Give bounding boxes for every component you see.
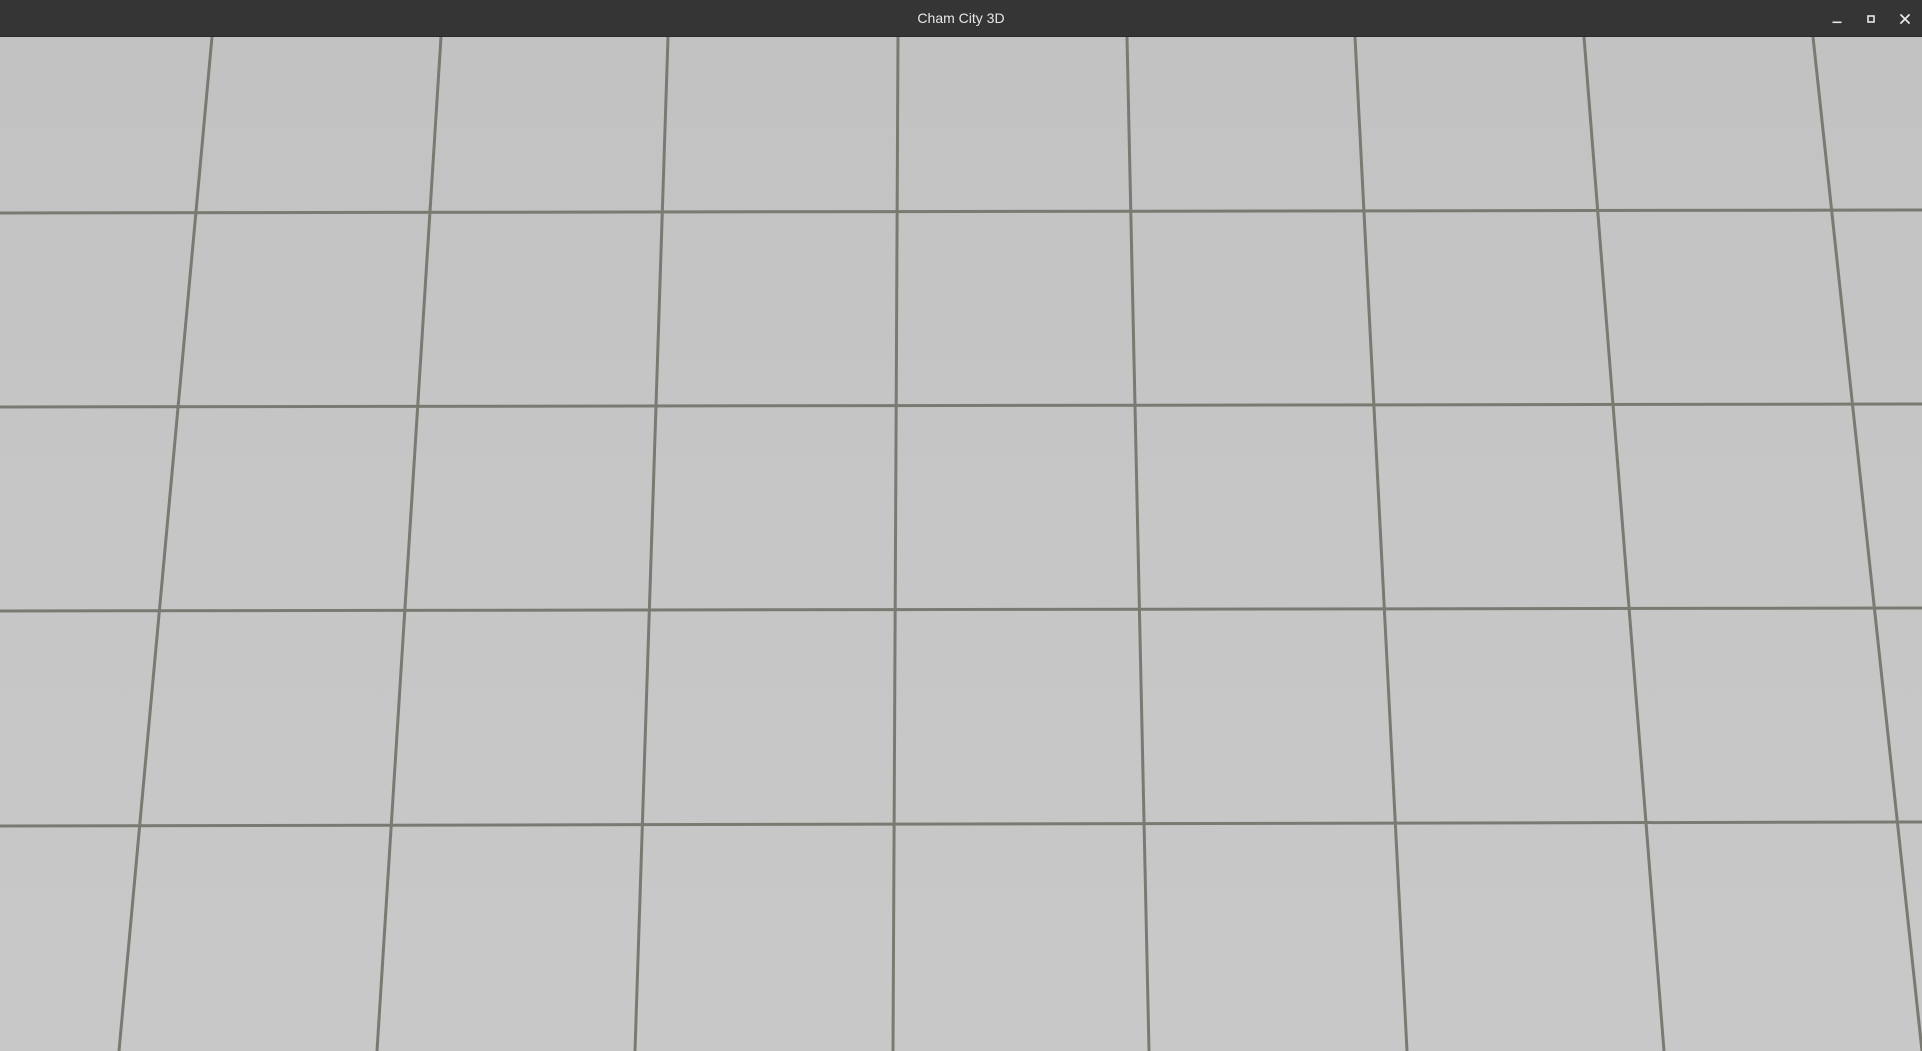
tiled-floor	[0, 37, 1922, 1051]
minimize-icon	[1832, 21, 1842, 23]
maximize-button[interactable]	[1854, 0, 1888, 37]
title-bar[interactable]: Cham City 3D	[0, 0, 1922, 37]
close-icon	[1900, 13, 1910, 24]
app-window: Cham City 3D	[0, 0, 1922, 1051]
maximize-icon	[1867, 14, 1875, 23]
window-title: Cham City 3D	[917, 10, 1005, 26]
minimize-button[interactable]	[1820, 0, 1854, 37]
close-button[interactable]	[1888, 0, 1922, 37]
floor-surface	[0, 37, 1922, 1051]
3d-viewport[interactable]	[0, 37, 1922, 1051]
window-controls	[1820, 0, 1922, 37]
